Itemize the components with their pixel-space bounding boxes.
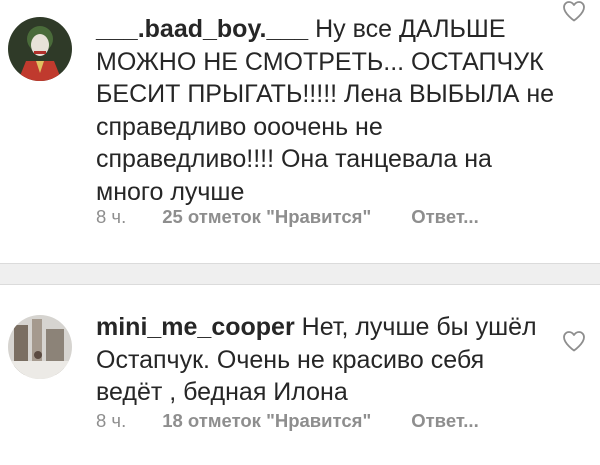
likes-count[interactable]: 18 отметок "Нравится" — [162, 410, 371, 431]
avatar[interactable] — [8, 17, 72, 81]
comment-item: ___.baad_boy.___ Ну все ДАЛЬШЕ МОЖНО НЕ … — [0, 0, 600, 262]
comment-text: mini_me_cooper Нет, лучше бы ушёл Остапч… — [96, 311, 556, 409]
reply-button[interactable]: Ответ... — [411, 206, 478, 227]
comment-body: Ну все ДАЛЬШЕ МОЖНО НЕ СМОТРЕТЬ... ОСТАП… — [96, 15, 555, 206]
comment-username[interactable]: ___.baad_boy.___ — [96, 15, 308, 43]
comment-meta: 8 ч. 18 отметок "Нравится" Ответ... — [96, 410, 479, 432]
comment-time: 8 ч. — [96, 206, 127, 227]
comment-time: 8 ч. — [96, 410, 127, 431]
comment-meta: 8 ч. 25 отметок "Нравится" Ответ... — [96, 206, 479, 228]
avatar[interactable] — [8, 315, 72, 379]
heart-outline-icon[interactable] — [562, 0, 586, 22]
comment-divider — [0, 263, 600, 285]
heart-outline-icon[interactable] — [562, 330, 586, 352]
comment-item: mini_me_cooper Нет, лучше бы ушёл Остапч… — [0, 286, 600, 465]
comment-text: ___.baad_boy.___ Ну все ДАЛЬШЕ МОЖНО НЕ … — [96, 13, 556, 208]
comment-username[interactable]: mini_me_cooper — [96, 313, 295, 341]
likes-count[interactable]: 25 отметок "Нравится" — [162, 206, 371, 227]
reply-button[interactable]: Ответ... — [411, 410, 478, 431]
